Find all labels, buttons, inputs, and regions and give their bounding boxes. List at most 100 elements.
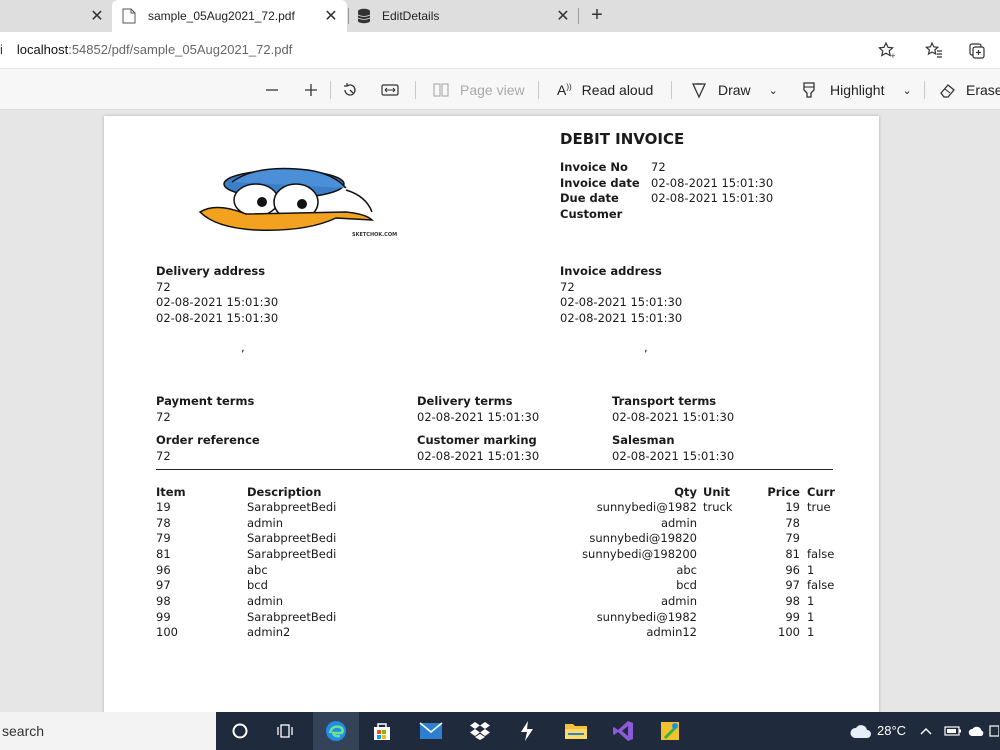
cell-curr: 1 (807, 625, 815, 639)
toolbar-divider (538, 81, 539, 99)
cell-curr: false (807, 578, 835, 592)
toolbar-divider (330, 81, 331, 99)
url-field[interactable]: i localhost:54852/pdf/sample_05Aug2021_72… (0, 42, 292, 57)
meta-label: Due date (560, 191, 619, 205)
url-host: localhost (16, 42, 69, 57)
cell-description: SarabpreetBedi (247, 610, 337, 624)
column-header-curr: Curr (807, 485, 835, 499)
payment-terms-value: 72 (156, 410, 171, 424)
tab-previous[interactable]: ✕ (0, 0, 112, 32)
search-placeholder: search (2, 723, 45, 739)
cell-item: 19 (156, 500, 171, 514)
favorites-icon[interactable] (924, 40, 944, 60)
add-favorite-icon[interactable]: + (876, 40, 896, 60)
store-icon[interactable] (367, 716, 397, 746)
cell-item: 96 (156, 563, 171, 577)
read-aloud-icon: A)) (557, 82, 572, 98)
chevron-down-icon[interactable]: ⌄ (769, 84, 778, 97)
power-automate-icon[interactable] (512, 716, 542, 746)
cell-curr: 1 (807, 594, 815, 608)
erase-button[interactable]: Erase (938, 79, 1000, 101)
document-icon (122, 8, 136, 24)
tab-pdf[interactable]: sample_05Aug2021_72.pdf ✕ (112, 0, 347, 32)
column-header-item: Item (156, 485, 186, 499)
cell-description: SarabpreetBedi (247, 500, 337, 514)
customer-marking-label: Customer marking (417, 433, 537, 447)
delivery-terms-value: 02-08-2021 15:01:30 (417, 410, 540, 424)
pdf-toolbar: Page view A)) Read aloud Draw ⌄ Highligh… (0, 68, 1000, 110)
address-extra: , (241, 340, 245, 354)
cell-price: 100 (778, 625, 800, 639)
cell-qty: sunnybedi@1982 (596, 610, 697, 624)
file-explorer-icon[interactable] (561, 716, 591, 746)
page-view-icon (433, 83, 449, 97)
address-line: 72 (560, 280, 575, 294)
cell-description: SarabpreetBedi (247, 531, 337, 545)
address-line: 72 (156, 280, 171, 294)
fit-width-icon[interactable] (380, 79, 400, 101)
cell-price: 97 (785, 578, 800, 592)
cell-curr: false (807, 547, 835, 561)
weather-icon[interactable] (846, 716, 876, 746)
cell-qty: admin (660, 594, 697, 608)
battery-icon[interactable] (942, 716, 964, 746)
svg-text:+: + (890, 52, 895, 59)
logo-watermark: SKETCHOK.COM (352, 232, 397, 238)
customer-marking-value: 02-08-2021 15:01:30 (417, 449, 540, 463)
meta-label: Invoice date (560, 176, 640, 190)
edge-icon[interactable] (321, 716, 351, 746)
visual-studio-icon[interactable] (608, 716, 638, 746)
new-tab-button[interactable]: + (586, 5, 608, 27)
page-view-button[interactable]: Page view (432, 79, 525, 101)
cell-qty: admin (660, 516, 697, 530)
color-picker-icon[interactable] (655, 716, 685, 746)
zoom-out-icon[interactable] (264, 79, 280, 101)
cell-item: 97 (156, 578, 171, 592)
cell-curr: 1 (807, 563, 815, 577)
info-icon[interactable]: i (0, 42, 3, 57)
tab-title: EditDetails (382, 9, 440, 23)
transport-terms-label: Transport terms (612, 394, 717, 408)
close-icon[interactable]: ✕ (322, 7, 340, 25)
close-icon[interactable]: ✕ (88, 7, 106, 25)
temperature[interactable]: 28°C (877, 723, 906, 738)
cell-item: 79 (156, 531, 171, 545)
address-line: 02-08-2021 15:01:30 (156, 311, 279, 325)
chevron-down-icon[interactable]: ⌄ (902, 84, 911, 97)
highlight-button[interactable]: Highlight ⌄ (800, 79, 912, 101)
page-view-label: Page view (460, 82, 525, 98)
transport-terms-value: 02-08-2021 15:01:30 (612, 410, 735, 424)
address-line: 02-08-2021 15:01:30 (156, 295, 279, 309)
pdf-viewer[interactable]: SKETCHOK.COM DEBIT INVOICE Invoice No 72… (0, 110, 1000, 712)
rotate-icon[interactable] (341, 79, 359, 101)
delivery-terms-label: Delivery terms (417, 394, 513, 408)
column-header-price: Price (767, 485, 800, 499)
toolbar-divider (924, 81, 925, 99)
tab-strip: ✕ sample_05Aug2021_72.pdf ✕ EditDetails … (0, 0, 1000, 32)
tab-editdetails[interactable]: EditDetails ✕ (347, 0, 580, 32)
address-bar[interactable]: i localhost:54852/pdf/sample_05Aug2021_72… (0, 32, 1000, 68)
cortana-icon[interactable] (225, 716, 255, 746)
tab-divider (578, 8, 579, 24)
close-icon[interactable]: ✕ (554, 7, 572, 25)
chevron-up-icon[interactable] (916, 716, 936, 746)
zoom-in-icon[interactable] (303, 79, 319, 101)
taskbar-search[interactable]: search (0, 712, 216, 750)
column-header-unit: Unit (703, 485, 730, 499)
read-aloud-button[interactable]: A)) Read aloud (557, 79, 653, 101)
onedrive-icon[interactable] (966, 716, 988, 746)
network-icon[interactable] (988, 716, 1000, 746)
mail-icon[interactable] (416, 716, 446, 746)
pdf-page: SKETCHOK.COM DEBIT INVOICE Invoice No 72… (104, 116, 879, 712)
collections-icon[interactable] (966, 40, 986, 60)
cell-curr: true (807, 500, 831, 514)
payment-terms-label: Payment terms (156, 394, 255, 408)
cell-description: SarabpreetBedi (247, 547, 337, 561)
cell-price: 79 (785, 531, 800, 545)
draw-button[interactable]: Draw ⌄ (690, 79, 778, 101)
task-view-icon[interactable] (270, 716, 300, 746)
dropbox-icon[interactable] (465, 716, 495, 746)
cell-item: 100 (156, 625, 178, 639)
cell-price: 96 (785, 563, 800, 577)
cell-item: 98 (156, 594, 171, 608)
